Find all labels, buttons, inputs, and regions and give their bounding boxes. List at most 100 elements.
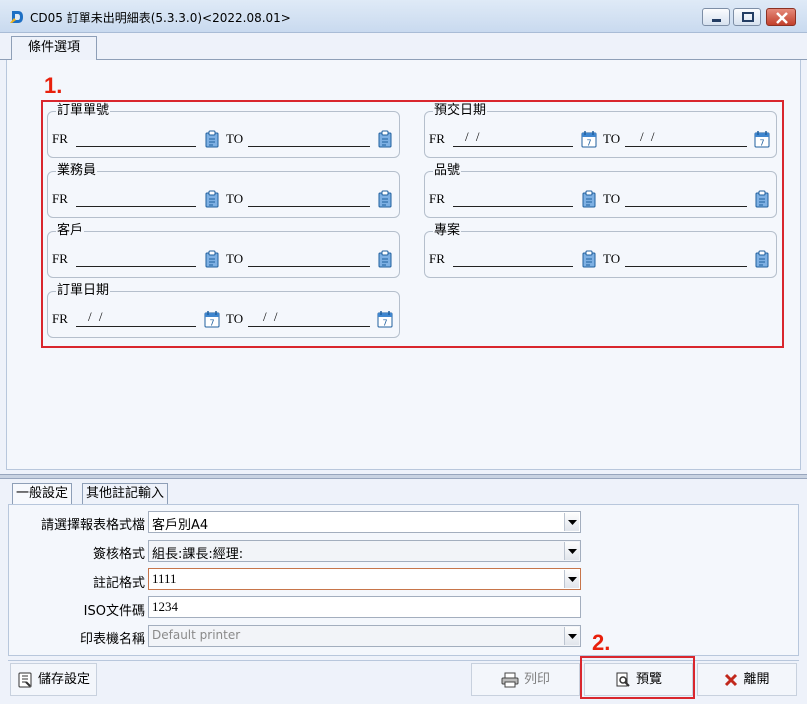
calendar-icon[interactable]: 7	[581, 130, 597, 148]
group-title: 品號	[433, 163, 462, 179]
approval-format-label: 簽核格式	[92, 547, 145, 562]
print-label: 列印	[523, 672, 550, 687]
clipboard-icon[interactable]	[204, 190, 220, 208]
maximize-button[interactable]	[733, 8, 761, 26]
customer-from-input[interactable]	[76, 266, 196, 267]
close-x-icon	[725, 673, 738, 686]
svg-text:7: 7	[209, 319, 214, 328]
printer-select[interactable]: Default printer	[148, 625, 581, 647]
delivery-date-from-value: / /	[465, 129, 482, 144]
delivery-date-range-group: 預交日期 FR / / 7 TO / / 7	[424, 103, 777, 158]
chevron-down-icon	[568, 577, 577, 582]
clipboard-icon[interactable]	[204, 250, 220, 268]
print-button[interactable]: 列印	[471, 663, 580, 696]
group-title: 業務員	[56, 163, 98, 179]
chevron-down-icon	[568, 549, 577, 554]
clipboard-icon[interactable]	[754, 250, 770, 268]
iso-doc-value: 1234	[152, 599, 178, 614]
salesperson-range-group: 業務員 FR TO	[47, 163, 400, 218]
iso-doc-label: ISO文件碼	[83, 604, 145, 619]
close-icon	[776, 12, 788, 24]
approval-format-value: 組長:課長:經理:	[152, 547, 244, 562]
iso-doc-input[interactable]: 1234	[148, 596, 581, 618]
fr-label: FR	[429, 191, 445, 206]
maximize-icon	[742, 12, 754, 22]
order-date-to-input[interactable]	[248, 326, 370, 327]
delivery-date-to-value: / /	[640, 129, 657, 144]
tab-criteria-options[interactable]: 條件選項	[11, 36, 97, 61]
dropdown-button[interactable]	[564, 627, 579, 645]
note-format-label: 註記格式	[92, 576, 145, 591]
chevron-down-icon	[568, 634, 577, 639]
to-label: TO	[226, 131, 244, 146]
order-no-to-input[interactable]	[248, 146, 370, 147]
svg-text:7: 7	[759, 139, 764, 148]
report-format-select[interactable]: 客戶別A4	[148, 511, 581, 533]
printer-value: Default printer	[152, 628, 241, 642]
order-no-from-input[interactable]	[76, 146, 196, 147]
tab-other-notes[interactable]: 其他註記輸入	[82, 483, 169, 505]
group-title: 預交日期	[433, 103, 488, 119]
clipboard-icon[interactable]	[204, 130, 220, 148]
customer-range-group: 客戶 FR TO	[47, 223, 400, 278]
delivery-date-from-input[interactable]	[453, 146, 573, 147]
item-no-from-input[interactable]	[453, 206, 573, 207]
report-format-label: 請選擇報表格式檔	[40, 518, 145, 533]
title-bar: CD05 訂單未出明細表(5.3.3.0)<2022.08.01>	[0, 0, 807, 33]
clipboard-icon[interactable]	[377, 190, 393, 208]
group-title: 訂單日期	[56, 283, 111, 299]
exit-button[interactable]: 離開	[697, 663, 797, 696]
window-title: CD05 訂單未出明細表(5.3.3.0)<2022.08.01>	[30, 11, 291, 25]
salesperson-from-input[interactable]	[76, 206, 196, 207]
fr-label: FR	[429, 131, 445, 146]
group-title: 專案	[433, 223, 462, 239]
save-settings-button[interactable]: 儲存設定	[10, 663, 97, 696]
to-label: TO	[603, 251, 621, 266]
fr-label: FR	[52, 191, 68, 206]
report-format-value: 客戶別A4	[152, 518, 209, 533]
save-settings-label: 儲存設定	[37, 672, 90, 687]
minimize-icon	[712, 19, 721, 22]
close-button[interactable]	[766, 8, 796, 26]
delivery-date-to-input[interactable]	[625, 146, 747, 147]
dropdown-button[interactable]	[564, 570, 579, 588]
calendar-icon[interactable]: 7	[377, 310, 393, 328]
group-title: 客戶	[56, 223, 85, 239]
annotation-highlight-preview	[580, 656, 695, 699]
clipboard-icon[interactable]	[581, 250, 597, 268]
clipboard-icon[interactable]	[377, 130, 393, 148]
calendar-icon[interactable]: 7	[754, 130, 770, 148]
order-date-to-value: / /	[263, 309, 280, 324]
clipboard-icon[interactable]	[377, 250, 393, 268]
to-label: TO	[226, 251, 244, 266]
approval-format-select[interactable]: 組長:課長:經理:	[148, 540, 581, 562]
svg-text:7: 7	[586, 139, 591, 148]
fr-label: FR	[52, 251, 68, 266]
tab-general-settings[interactable]: 一般設定	[12, 483, 73, 505]
minimize-button[interactable]	[702, 8, 730, 26]
annotation-marker-1: 1.	[44, 73, 63, 98]
main-tab-strip: 條件選項	[0, 33, 807, 61]
project-from-input[interactable]	[453, 266, 573, 267]
order-date-from-input[interactable]	[76, 326, 196, 327]
printer-icon	[501, 672, 519, 687]
item-no-to-input[interactable]	[625, 206, 747, 207]
fr-label: FR	[429, 251, 445, 266]
dropdown-button[interactable]	[564, 542, 579, 560]
fr-label: FR	[52, 131, 68, 146]
order-no-range-group: 訂單單號 FR TO	[47, 103, 400, 158]
dropdown-button[interactable]	[564, 513, 579, 531]
note-format-value: 1111	[152, 571, 177, 586]
salesperson-to-input[interactable]	[248, 206, 370, 207]
fr-label: FR	[52, 311, 68, 326]
note-format-select[interactable]: 1111	[148, 568, 581, 590]
to-label: TO	[603, 191, 621, 206]
calendar-icon[interactable]: 7	[204, 310, 220, 328]
item-no-range-group: 品號 FR TO	[424, 163, 777, 218]
save-icon	[18, 672, 32, 687]
clipboard-icon[interactable]	[581, 190, 597, 208]
project-to-input[interactable]	[625, 266, 747, 267]
customer-to-input[interactable]	[248, 266, 370, 267]
order-date-from-value: / /	[88, 309, 105, 324]
clipboard-icon[interactable]	[754, 190, 770, 208]
